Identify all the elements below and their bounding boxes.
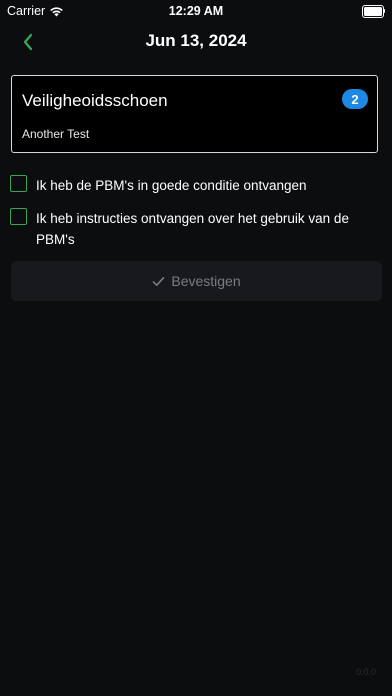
checkbox[interactable] (10, 208, 27, 225)
navigation-bar: Jun 13, 2024 (0, 22, 392, 62)
checkmark-icon (153, 276, 165, 286)
status-bar: Carrier 12:29 AM (0, 0, 392, 22)
checklist-item-instructions[interactable]: Ik heb instructies ontvangen over het ge… (10, 207, 392, 251)
checkbox[interactable] (10, 175, 27, 192)
checklist-item-label: Ik heb instructies ontvangen over het ge… (36, 211, 349, 247)
version-label: 0.0.0 (355, 667, 376, 677)
count-badge: 2 (342, 89, 368, 109)
status-time: 12:29 AM (168, 4, 224, 18)
equipment-card: Veiligheoidsschoen 2 Another Test (11, 75, 378, 153)
card-subtitle: Another Test (22, 127, 90, 141)
page-title: Jun 13, 2024 (145, 31, 247, 50)
confirm-button[interactable]: Bevestigen (11, 261, 382, 301)
checklist-item-condition[interactable]: Ik heb de PBM's in goede conditie ontvan… (10, 174, 392, 196)
card-title: Veiligheoidsschoen (22, 91, 168, 110)
confirm-button-label: Bevestigen (171, 273, 241, 289)
checklist-item-label: Ik heb de PBM's in goede conditie ontvan… (36, 178, 307, 193)
battery-icon (362, 5, 385, 18)
